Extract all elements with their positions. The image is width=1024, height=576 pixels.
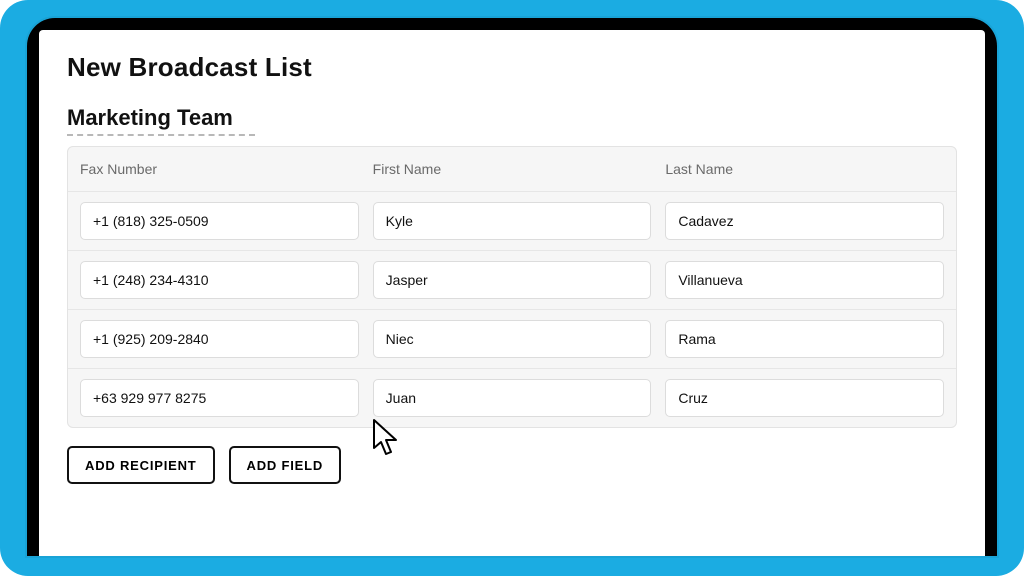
table-header-row: Fax Number First Name Last Name xyxy=(68,147,956,192)
fax-input[interactable] xyxy=(80,379,359,417)
list-name-input[interactable]: Marketing Team xyxy=(67,105,255,136)
last-name-input[interactable] xyxy=(665,202,944,240)
last-name-input[interactable] xyxy=(665,320,944,358)
actions-bar: ADD RECIPIENT ADD FIELD xyxy=(67,446,957,484)
table-row xyxy=(68,369,956,427)
column-header-first-name: First Name xyxy=(373,161,652,177)
add-recipient-button[interactable]: ADD RECIPIENT xyxy=(67,446,215,484)
column-header-last-name: Last Name xyxy=(665,161,944,177)
last-name-input[interactable] xyxy=(665,261,944,299)
fax-input[interactable] xyxy=(80,320,359,358)
last-name-input[interactable] xyxy=(665,379,944,417)
column-header-fax: Fax Number xyxy=(80,161,359,177)
fax-input[interactable] xyxy=(80,261,359,299)
first-name-input[interactable] xyxy=(373,379,652,417)
first-name-input[interactable] xyxy=(373,202,652,240)
add-field-button[interactable]: ADD FIELD xyxy=(229,446,342,484)
table-row xyxy=(68,310,956,369)
fax-input[interactable] xyxy=(80,202,359,240)
first-name-input[interactable] xyxy=(373,261,652,299)
table-row xyxy=(68,251,956,310)
recipients-table: Fax Number First Name Last Name xyxy=(67,146,957,428)
first-name-input[interactable] xyxy=(373,320,652,358)
page-title: New Broadcast List xyxy=(67,52,957,83)
table-row xyxy=(68,192,956,251)
